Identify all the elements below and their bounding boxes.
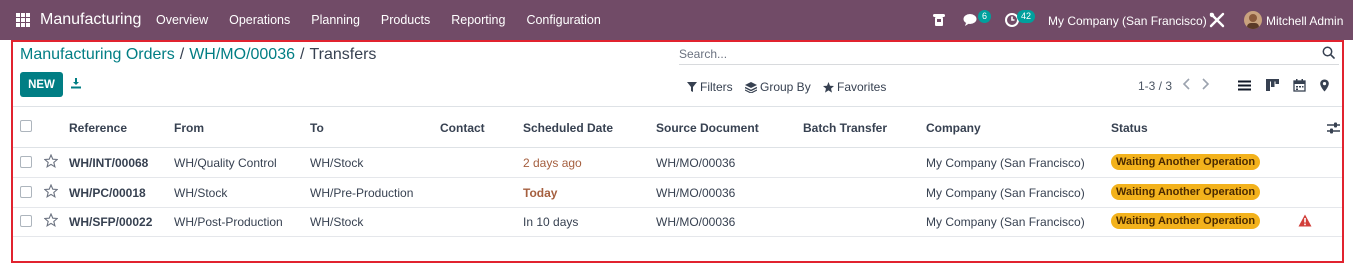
- menu-products[interactable]: Products: [381, 13, 430, 27]
- row-checkbox[interactable]: [20, 186, 32, 198]
- phone-icon[interactable]: [932, 12, 946, 27]
- avatar[interactable]: [1244, 11, 1262, 29]
- filter-icon: [687, 82, 697, 92]
- chevron-left-icon[interactable]: [1182, 78, 1192, 90]
- cell-reference: WH/SFP/00022: [69, 215, 153, 229]
- groupby-label: Group By: [760, 80, 811, 94]
- cell-source-document: WH/MO/00036: [656, 186, 736, 200]
- table-row[interactable]: WH/PC/00018 WH/Stock WH/Pre-Production T…: [13, 178, 1342, 208]
- cell-company: My Company (San Francisco): [926, 156, 1085, 170]
- breadcrumb: Manufacturing Orders / WH/MO/00036/Transfe…: [20, 46, 376, 64]
- apps-menu-icon[interactable]: [16, 13, 30, 27]
- menu-configuration[interactable]: Configuration: [526, 13, 600, 27]
- company-switcher[interactable]: My Company (San Francisco): [1048, 14, 1207, 28]
- cell-scheduled-date: Today: [523, 186, 558, 200]
- favorites-label: Favorites: [837, 80, 887, 94]
- cell-scheduled-date: 2 days ago: [523, 156, 582, 170]
- row-checkbox[interactable]: [20, 215, 32, 227]
- column-source-document[interactable]: Source Document: [656, 121, 759, 135]
- star-icon[interactable]: [44, 213, 58, 227]
- breadcrumb-separator: /: [300, 46, 305, 63]
- menu-planning[interactable]: Planning: [311, 13, 360, 27]
- menu-operations[interactable]: Operations: [229, 13, 290, 27]
- cell-reference: WH/INT/00068: [69, 156, 149, 170]
- star-icon: [823, 81, 834, 93]
- chevron-right-icon[interactable]: [1200, 78, 1210, 90]
- activity-count-badge: 42: [1017, 10, 1036, 23]
- search-input[interactable]: [679, 45, 1299, 63]
- column-status[interactable]: Status: [1111, 121, 1148, 135]
- table-row[interactable]: WH/INT/00068 WH/Quality Control WH/Stock…: [13, 148, 1342, 178]
- list-view-icon[interactable]: [1238, 79, 1251, 92]
- cell-to: WH/Pre-Production: [310, 186, 414, 200]
- map-view-icon[interactable]: [1318, 79, 1331, 92]
- cell-from: WH/Stock: [174, 186, 228, 200]
- cell-from: WH/Quality Control: [174, 156, 277, 170]
- status-badge: Waiting Another Operation: [1111, 213, 1261, 229]
- select-all-checkbox[interactable]: [20, 120, 32, 132]
- filters-label: Filters: [700, 80, 733, 94]
- table-row[interactable]: WH/SFP/00022 WH/Post-Production WH/Stock…: [13, 207, 1342, 237]
- column-contact[interactable]: Contact: [440, 121, 485, 135]
- cell-to: WH/Stock: [310, 156, 364, 170]
- warning-icon[interactable]: [1298, 214, 1312, 227]
- cell-from: WH/Post-Production: [174, 215, 283, 229]
- menu-overview[interactable]: Overview: [156, 13, 208, 27]
- breadcrumb-manufacturing-orders[interactable]: Manufacturing Orders: [20, 46, 175, 63]
- cell-company: My Company (San Francisco): [926, 186, 1085, 200]
- groupby-toggle[interactable]: Group By: [745, 80, 811, 94]
- chat-icon[interactable]: [963, 13, 979, 27]
- star-icon[interactable]: [44, 184, 58, 198]
- row-checkbox[interactable]: [20, 156, 32, 168]
- breadcrumb-separator: /: [179, 46, 185, 63]
- table-header: Reference From To Contact Scheduled Date…: [13, 106, 1342, 148]
- breadcrumb-current: Transfers: [309, 46, 377, 63]
- download-icon[interactable]: [70, 77, 82, 89]
- column-reference[interactable]: Reference: [69, 121, 127, 135]
- cell-reference: WH/PC/00018: [69, 186, 146, 200]
- star-icon[interactable]: [44, 154, 58, 168]
- main-menu: Overview Operations Planning Products Re…: [156, 13, 622, 27]
- menu-reporting[interactable]: Reporting: [451, 13, 505, 27]
- cell-source-document: WH/MO/00036: [656, 215, 736, 229]
- search-icon[interactable]: [1322, 46, 1335, 59]
- cell-company: My Company (San Francisco): [926, 215, 1085, 229]
- cell-scheduled-date: In 10 days: [523, 215, 579, 229]
- column-batch-transfer[interactable]: Batch Transfer: [803, 121, 887, 135]
- top-navbar: Manufacturing Overview Operations Planni…: [0, 0, 1353, 40]
- column-scheduled-date[interactable]: Scheduled Date: [523, 121, 613, 135]
- column-company[interactable]: Company: [926, 121, 981, 135]
- column-options-icon[interactable]: [1327, 122, 1340, 134]
- app-name[interactable]: Manufacturing: [40, 11, 141, 29]
- status-badge: Waiting Another Operation: [1111, 154, 1261, 170]
- status-badge: Waiting Another Operation: [1111, 184, 1261, 200]
- debug-tools-icon[interactable]: [1209, 12, 1225, 28]
- search-bar: [679, 44, 1339, 65]
- chat-count-badge: 6: [978, 10, 992, 23]
- kanban-view-icon[interactable]: [1266, 79, 1279, 92]
- column-from[interactable]: From: [174, 121, 204, 135]
- filters-toggle[interactable]: Filters: [687, 80, 733, 94]
- layers-icon: [745, 81, 757, 93]
- user-name[interactable]: Mitchell Admin: [1266, 14, 1343, 28]
- cell-to: WH/Stock: [310, 215, 364, 229]
- calendar-view-icon[interactable]: [1293, 79, 1306, 92]
- pager-value[interactable]: 1-3 / 3: [1138, 79, 1172, 93]
- breadcrumb-mo[interactable]: WH/MO/00036: [189, 46, 295, 63]
- favorites-toggle[interactable]: Favorites: [823, 80, 886, 94]
- new-button[interactable]: NEW: [20, 72, 63, 97]
- column-to[interactable]: To: [310, 121, 324, 135]
- cell-source-document: WH/MO/00036: [656, 156, 736, 170]
